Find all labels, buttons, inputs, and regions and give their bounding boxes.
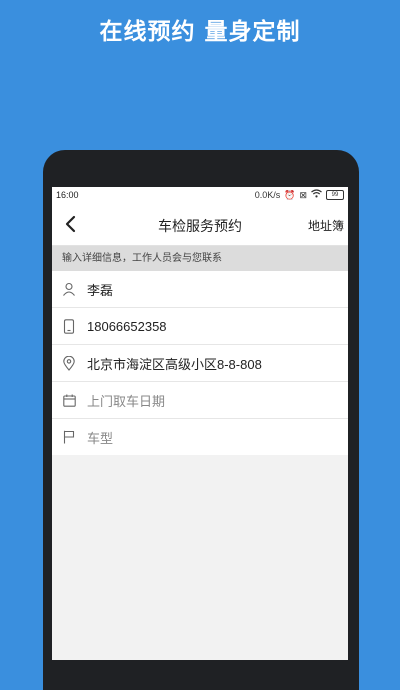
phone-icon: [61, 318, 77, 334]
status-right: 0.0K/s ⏰ ⊠ 99: [255, 189, 344, 201]
status-time: 16:00: [56, 190, 79, 200]
promo-title: 在线预约 量身定制: [99, 19, 301, 45]
network-speed: 0.0K/s: [254, 190, 281, 200]
wifi-icon: [311, 189, 322, 201]
nav-bar: 车检服务预约 地址簿: [52, 204, 348, 246]
date-field[interactable]: 上门取车日期: [52, 382, 348, 419]
info-hint: 输入详细信息，工作人员会与您联系: [52, 246, 348, 271]
phone-value: 18066652358: [87, 318, 167, 334]
date-placeholder: 上门取车日期: [87, 394, 166, 410]
person-icon: [61, 281, 77, 297]
address-book-button[interactable]: 地址簿: [308, 217, 344, 234]
address-field[interactable]: 北京市海淀区高级小区8-8-808: [52, 345, 348, 382]
car-model-placeholder: 车型: [87, 431, 114, 447]
name-field[interactable]: 李磊: [52, 271, 348, 308]
location-pin-icon: [61, 355, 77, 371]
booking-form: 李磊 18066652358 北京市海淀区高级小区8-8-808 上门取车日期 …: [52, 271, 348, 455]
app-screen: 16:00 0.0K/s ⏰ ⊠ 99 车检服务预约 地址簿 输入详细信息，工作…: [52, 187, 348, 660]
address-value: 北京市海淀区高级小区8-8-808: [87, 356, 262, 372]
calendar-icon: [61, 392, 77, 408]
flag-icon: [61, 429, 77, 445]
sim-icon: ⊠: [299, 190, 307, 200]
battery-icon: 99: [326, 190, 344, 200]
car-model-field[interactable]: 车型: [52, 419, 348, 455]
alarm-icon: ⏰: [284, 190, 296, 200]
name-value: 李磊: [87, 282, 114, 298]
status-bar: 16:00 0.0K/s ⏰ ⊠ 99: [52, 187, 348, 204]
page-title: 车检服务预约: [158, 219, 242, 235]
phone-field[interactable]: 18066652358: [52, 308, 348, 345]
